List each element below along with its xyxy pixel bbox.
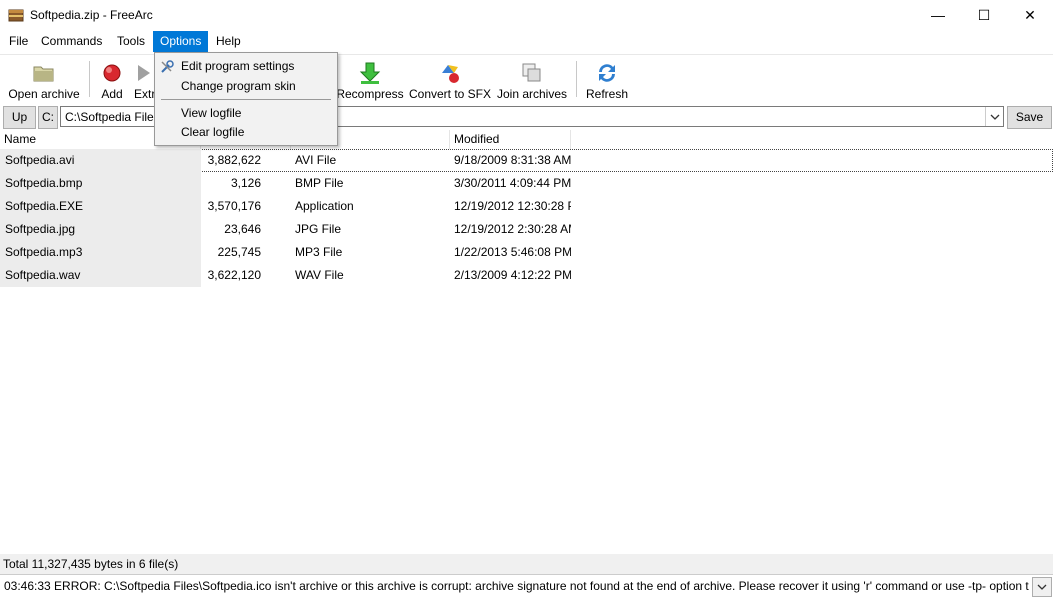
- menu-file[interactable]: File: [2, 31, 35, 52]
- menu-help[interactable]: Help: [209, 31, 248, 52]
- file-type: MP3 File: [295, 245, 343, 259]
- menu-separator: [161, 99, 331, 100]
- file-list: Name ype Modified Softpedia.avi 3,882,62…: [0, 130, 1053, 554]
- menu-bar: File Commands Tools Options Help: [0, 31, 1053, 52]
- toolbar-separator: [576, 61, 577, 97]
- recompress-icon: [359, 62, 381, 84]
- settings-tools-icon: [161, 60, 174, 73]
- file-modified: 9/18/2009 8:31:38 AM: [454, 153, 571, 167]
- refresh-label: Refresh: [585, 87, 629, 101]
- refresh-icon: [599, 64, 615, 82]
- menu-tools[interactable]: Tools: [110, 31, 152, 52]
- close-button[interactable]: ✕: [1007, 0, 1053, 30]
- add-label: Add: [101, 87, 123, 101]
- file-size: 3,126: [230, 176, 261, 190]
- convert-sfx-icon: [442, 65, 459, 83]
- folder-icon: [33, 66, 54, 82]
- log-bar: 03:46:33 ERROR: C:\Softpedia Files\Softp…: [0, 574, 1053, 598]
- table-row[interactable]: Softpedia.bmp 3,126 BMP File 3/30/2011 4…: [0, 172, 1053, 195]
- table-row[interactable]: Softpedia.jpg 23,646 JPG File 12/19/2012…: [0, 218, 1053, 241]
- menu-item-change-skin[interactable]: Change program skin: [155, 77, 335, 96]
- window-title: Softpedia.zip - FreeArc: [30, 8, 153, 22]
- add-button[interactable]: Add: [96, 57, 128, 101]
- file-type: WAV File: [295, 268, 344, 282]
- recompress-button[interactable]: Recompress: [336, 57, 404, 101]
- file-modified: 2/13/2009 4:12:22 PM: [454, 268, 571, 282]
- toolbar-separator: [89, 61, 90, 97]
- file-modified: 12/19/2012 2:30:28 AM: [454, 222, 571, 236]
- menu-item-view-logfile[interactable]: View logfile: [155, 104, 335, 123]
- refresh-button[interactable]: Refresh: [584, 57, 630, 101]
- archive-app-icon: [8, 9, 24, 22]
- options-dropdown-menu: Edit program settings Change program ski…: [154, 52, 338, 146]
- log-message[interactable]: 03:46:33 ERROR: C:\Softpedia Files\Softp…: [4, 575, 1029, 597]
- open-archive-button[interactable]: Open archive: [6, 57, 82, 101]
- add-icon: [103, 64, 121, 82]
- file-type: BMP File: [295, 176, 344, 190]
- file-name: Softpedia.wav: [0, 264, 201, 287]
- log-dropdown-button[interactable]: [1032, 577, 1052, 597]
- convert-sfx-label: Convert to SFX: [408, 87, 492, 101]
- file-type: Application: [295, 199, 354, 213]
- file-modified: 3/30/2011 4:09:44 PM: [454, 176, 571, 190]
- save-button[interactable]: Save: [1007, 106, 1052, 129]
- chevron-down-icon: [1037, 584, 1047, 590]
- maximize-button[interactable]: ☐: [961, 0, 1007, 30]
- file-size: 3,622,120: [207, 268, 261, 282]
- join-archives-button[interactable]: Join archives: [496, 57, 568, 101]
- table-row[interactable]: Softpedia.wav 3,622,120 WAV File 2/13/20…: [0, 264, 1053, 287]
- join-archives-icon: [522, 63, 541, 82]
- file-size: 3,570,176: [207, 199, 261, 213]
- edit-settings-label: Edit program settings: [181, 59, 295, 73]
- file-modified: 12/19/2012 12:30:28 PI: [454, 199, 571, 213]
- table-row[interactable]: Softpedia.avi 3,882,622 AVI File 9/18/20…: [0, 149, 1053, 172]
- table-row[interactable]: Softpedia.mp3 225,745 MP3 File 1/22/2013…: [0, 241, 1053, 264]
- menu-item-edit-settings[interactable]: Edit program settings: [155, 57, 335, 76]
- file-size: 225,745: [217, 245, 261, 259]
- minimize-icon: —: [931, 7, 945, 23]
- file-name: Softpedia.EXE: [0, 195, 201, 218]
- title-bar: Softpedia.zip - FreeArc — ☐ ✕: [0, 0, 1053, 30]
- column-header-modified[interactable]: Modified: [450, 130, 571, 149]
- file-type: AVI File: [295, 153, 337, 167]
- file-name: Softpedia.avi: [0, 149, 201, 172]
- file-name: Softpedia.jpg: [0, 218, 201, 241]
- recompress-label: Recompress: [336, 87, 404, 101]
- convert-to-sfx-button[interactable]: Convert to SFX: [408, 57, 492, 101]
- file-name: Softpedia.mp3: [0, 241, 201, 264]
- path-dropdown[interactable]: [985, 107, 1004, 126]
- path-text: C:\Softpedia Files: [65, 110, 160, 124]
- chevron-down-icon: [990, 114, 1000, 120]
- table-row[interactable]: Softpedia.EXE 3,570,176 Application 12/1…: [0, 195, 1053, 218]
- menu-options[interactable]: Options: [153, 31, 209, 52]
- menu-item-clear-logfile[interactable]: Clear logfile: [155, 123, 335, 142]
- up-button[interactable]: Up: [3, 106, 36, 129]
- close-icon: ✕: [1024, 6, 1036, 23]
- join-archives-label: Join archives: [496, 87, 568, 101]
- file-modified: 1/22/2013 5:46:08 PM: [454, 245, 571, 259]
- extract-icon: [138, 65, 150, 81]
- menu-commands[interactable]: Commands: [34, 31, 109, 52]
- open-archive-label: Open archive: [8, 87, 80, 101]
- file-size: 3,882,622: [207, 153, 261, 167]
- maximize-icon: ☐: [977, 6, 991, 23]
- file-size: 23,646: [224, 222, 261, 236]
- minimize-button[interactable]: —: [915, 0, 961, 30]
- file-type: JPG File: [295, 222, 342, 236]
- drive-button[interactable]: C:: [38, 106, 58, 129]
- file-name: Softpedia.bmp: [0, 172, 201, 195]
- status-bar: Total 11,327,435 bytes in 6 file(s): [0, 554, 1053, 574]
